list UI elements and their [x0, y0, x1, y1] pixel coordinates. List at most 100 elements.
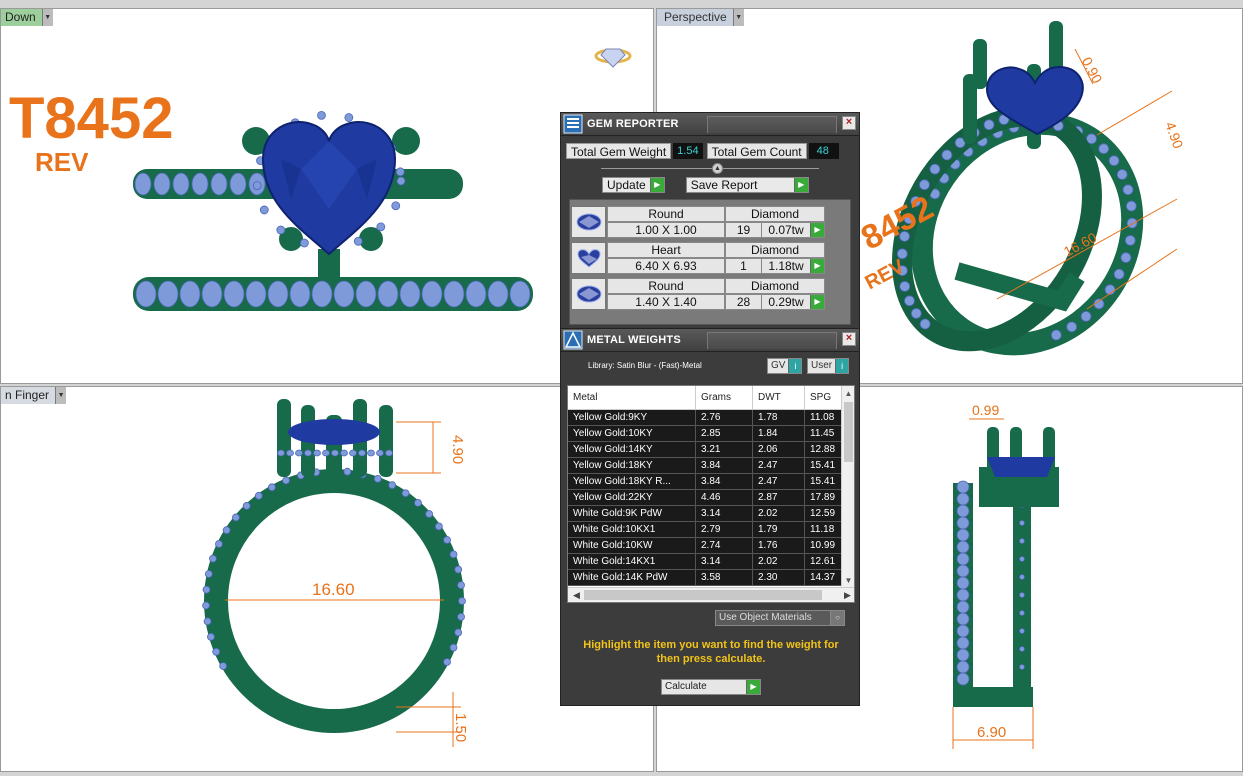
- accent-stone: [191, 172, 209, 196]
- accent-stone: [254, 491, 263, 500]
- accent-stone: [204, 570, 213, 578]
- column-header[interactable]: SPG: [805, 386, 842, 409]
- accent-stone: [457, 581, 465, 590]
- viewport-label-top-right[interactable]: Perspective ▼: [657, 9, 744, 26]
- accent-stone: [1108, 155, 1120, 167]
- accent-stone: [134, 172, 152, 196]
- table-row[interactable]: Yellow Gold:9KY 2.76 1.78 11.08: [568, 410, 842, 426]
- table-row[interactable]: White Gold:10KX1 2.79 1.79 11.18: [568, 522, 842, 538]
- scroll-down-icon[interactable]: ▼: [842, 574, 854, 587]
- table-cell: 12.59: [805, 506, 842, 521]
- table-row[interactable]: Yellow Gold:18KY 3.84 2.47 15.41: [568, 458, 842, 474]
- accent-stone: [289, 280, 311, 308]
- table-cell: 3.14: [696, 506, 753, 521]
- table-cell: 11.18: [805, 522, 842, 537]
- accent-stone: [202, 585, 211, 594]
- close-icon[interactable]: ×: [842, 332, 856, 346]
- accent-stone: [487, 280, 509, 308]
- table-cell: 2.30: [753, 570, 805, 585]
- gv-toggle[interactable]: GV i: [767, 358, 803, 374]
- table-row[interactable]: Yellow Gold:10KY 2.85 1.84 11.45: [568, 426, 842, 442]
- accent-stone: [956, 540, 970, 554]
- gem-row[interactable]: Round Diamond 1.40 X 1.40 28 0.29tw ▶: [571, 278, 829, 312]
- close-icon[interactable]: ×: [842, 116, 856, 130]
- metal-weights-titlebar[interactable]: METAL WEIGHTS ×: [561, 329, 859, 352]
- accent-stone: [1113, 268, 1125, 280]
- panel-splitter[interactable]: ▲: [571, 163, 849, 175]
- use-object-materials-button[interactable]: Use Object Materials ○: [715, 610, 845, 626]
- accent-stone: [311, 280, 333, 308]
- table-cell: 3.58: [696, 570, 753, 585]
- calculate-button[interactable]: Calculate ▶: [661, 679, 761, 695]
- accent-stone: [1126, 217, 1138, 229]
- table-row[interactable]: Yellow Gold:22KY 4.46 2.87 17.89: [568, 490, 842, 506]
- accent-stone: [396, 176, 406, 186]
- scroll-right-icon[interactable]: ▶: [841, 588, 854, 602]
- column-header[interactable]: Metal: [568, 386, 696, 409]
- accent-stone: [956, 672, 970, 686]
- table-row[interactable]: Yellow Gold:18KY R... 3.84 2.47 15.41: [568, 474, 842, 490]
- play-arrow-icon[interactable]: ▶: [810, 223, 824, 237]
- chevron-up-icon[interactable]: ▲: [712, 163, 723, 174]
- column-header[interactable]: Grams: [696, 386, 753, 409]
- gem-row[interactable]: Round Diamond 1.00 X 1.00 19 0.07tw ▶: [571, 206, 829, 240]
- table-cell: 2.74: [696, 538, 753, 553]
- accent-stone: [304, 449, 312, 457]
- accent-stone: [313, 449, 321, 457]
- save-report-button[interactable]: Save Report ▶: [685, 177, 809, 193]
- accent-stone: [465, 280, 487, 308]
- accent-stone: [956, 480, 970, 494]
- table-cell: 3.21: [696, 442, 753, 457]
- scroll-up-icon[interactable]: ▲: [842, 387, 854, 400]
- vertical-scrollbar[interactable]: ▲ ▼: [841, 386, 854, 588]
- table-row[interactable]: Yellow Gold:14KY 3.21 2.06 12.88: [568, 442, 842, 458]
- accent-stone: [1066, 321, 1078, 333]
- viewport-finger-view[interactable]: 16.60 4.90 1.50 n Finger ▼: [0, 386, 654, 772]
- table-row[interactable]: White Gold:14KX1 3.14 2.02 12.61: [568, 554, 842, 570]
- accent-stone: [1098, 143, 1110, 155]
- accent-stone: [209, 554, 217, 563]
- titlebar-tab: [707, 332, 837, 349]
- viewport-label-bottom-left[interactable]: n Finger ▼: [1, 387, 67, 404]
- dropdown-arrow-icon[interactable]: ▼: [41, 9, 53, 26]
- accent-stone: [376, 449, 384, 457]
- accent-stone: [449, 550, 458, 559]
- user-toggle[interactable]: User i: [807, 358, 850, 374]
- accent-stone: [267, 280, 289, 308]
- accent-stone: [223, 280, 245, 308]
- total-gem-count-value: 48: [808, 143, 839, 159]
- play-arrow-icon: ▶: [793, 178, 808, 192]
- gem-reporter-titlebar[interactable]: GEM REPORTER ×: [561, 113, 859, 136]
- accent-stone: [956, 576, 970, 590]
- accent-stone: [983, 119, 995, 131]
- accent-stone: [1080, 310, 1092, 322]
- viewport-top-down[interactable]: Down ▼ T8452 REV: [0, 8, 654, 384]
- accent-stone: [349, 449, 357, 457]
- table-row[interactable]: White Gold:14K PdW 3.58 2.30 14.37: [568, 570, 842, 586]
- table-cell: Yellow Gold:10KY: [568, 426, 696, 441]
- dropdown-arrow-icon[interactable]: ▼: [732, 9, 744, 26]
- horizontal-scrollbar[interactable]: ◀ ▶: [568, 587, 854, 602]
- table-cell: White Gold:10KW: [568, 538, 696, 553]
- table-row[interactable]: White Gold:9K PdW 3.14 2.02 12.59: [568, 506, 842, 522]
- accent-stone: [956, 624, 970, 638]
- column-header[interactable]: DWT: [753, 386, 805, 409]
- accent-stone: [956, 648, 970, 662]
- viewport-label-top-left[interactable]: Down ▼: [1, 9, 53, 26]
- ring-top-view: [133, 48, 632, 311]
- accent-stone: [956, 504, 970, 518]
- accent-stone: [179, 280, 201, 308]
- table-cell: 2.02: [753, 506, 805, 521]
- table-row[interactable]: White Gold:10KW 2.74 1.76 10.99: [568, 538, 842, 554]
- play-arrow-icon[interactable]: ▶: [810, 295, 824, 309]
- dim-bl-band: 1.50: [452, 713, 469, 742]
- update-button[interactable]: Update ▶: [602, 177, 665, 193]
- accent-stone: [282, 476, 290, 485]
- scroll-left-icon[interactable]: ◀: [570, 588, 583, 602]
- dropdown-arrow-icon[interactable]: ▼: [55, 387, 67, 404]
- metal-table: Metal Grams DWT SPG Yellow Gold:9KY 2.76 1…: [567, 385, 855, 603]
- gem-row[interactable]: Heart Diamond 6.40 X 6.93 1 1.18tw ▶: [571, 242, 829, 276]
- play-arrow-icon[interactable]: ▶: [810, 259, 824, 273]
- accent-stone: [929, 163, 941, 175]
- total-gem-count-label: Total Gem Count: [706, 143, 807, 159]
